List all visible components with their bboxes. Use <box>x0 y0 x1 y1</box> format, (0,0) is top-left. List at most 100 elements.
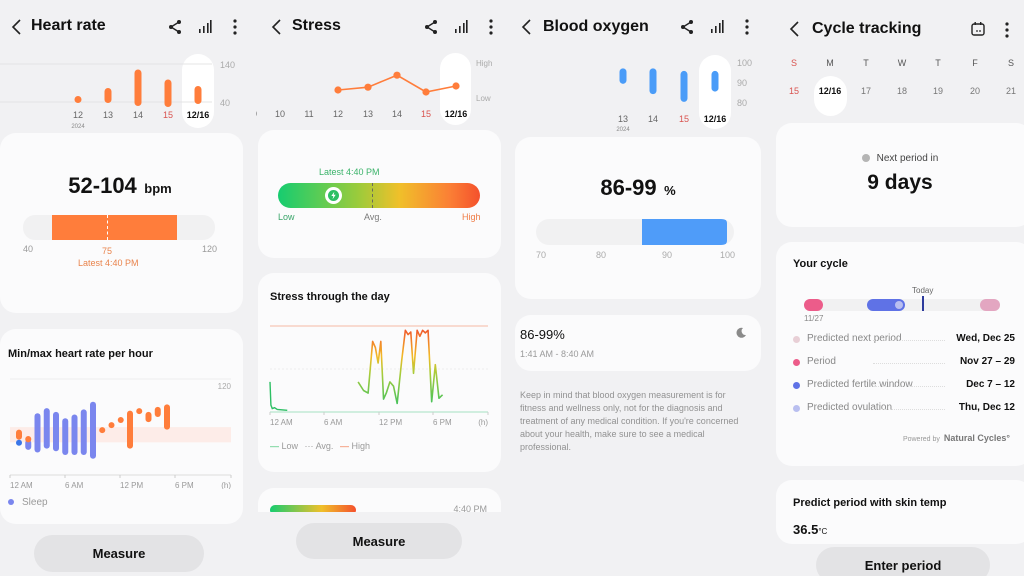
hourly-heart-rate-chart[interactable]: 120 12 AM 6 AM 12 PM 6 PM (h) <box>0 374 243 489</box>
blood-oxygen-week-chart[interactable]: 100 90 80 13 14 15 12/16 2024 <box>512 50 768 135</box>
powered-by: Powered by Natural Cycles° <box>903 433 1010 443</box>
back-icon[interactable] <box>518 17 536 37</box>
hourly-heart-rate-card: Min/max heart rate per hour 120 12 AM 6 AM… <box>0 329 243 524</box>
skin-temp-card[interactable]: Predict period with skin temp 36.5°C <box>776 480 1024 544</box>
stress-line-day <box>357 329 444 405</box>
latest-time: Latest 4:40 PM <box>319 167 380 177</box>
stress-line-night <box>269 381 288 411</box>
heart-rate-screen: Heart rate 140 40 12 13 14 15 12/16 2024 52-104… <box>0 0 256 576</box>
avg-legend-label: Avg. <box>315 441 334 451</box>
legend-dot <box>793 359 800 366</box>
enter-period-button[interactable]: Enter period <box>816 547 990 576</box>
weekday-label: F <box>972 58 978 68</box>
blood-oxygen-screen: Blood oxygen 100 90 80 13 14 15 12/16 2024 86-9… <box>512 0 768 576</box>
more-options-icon[interactable] <box>1000 19 1014 39</box>
hourly-bar <box>43 408 50 449</box>
avg-value: 75 <box>102 246 113 256</box>
date-cell[interactable]: 15 <box>778 86 810 96</box>
x-tick-label: 12 AM <box>10 481 33 489</box>
heart-rate-range: 52-104 <box>68 173 137 198</box>
y-max-label: 140 <box>220 60 235 70</box>
date-cell[interactable]: 18 <box>886 86 918 96</box>
scale-max-label: 120 <box>202 244 218 254</box>
low-label: Low <box>278 212 295 222</box>
legend-dot <box>793 405 800 412</box>
back-icon[interactable] <box>8 17 26 37</box>
legend-dot <box>793 336 800 343</box>
next-period-card: Next period in 9 days <box>776 123 1024 227</box>
weekday-label: S <box>1007 58 1014 68</box>
stress-day-chart[interactable]: 12 AM 6 AM 12 PM 6 PM (h) <box>258 317 501 432</box>
measure-button[interactable]: Measure <box>296 523 462 559</box>
hourly-bar <box>16 429 22 440</box>
day-label: 13 <box>103 110 113 120</box>
hourly-chart-title: Min/max heart rate per hour <box>8 348 153 360</box>
hourly-bar <box>80 409 87 455</box>
back-icon[interactable] <box>268 17 286 37</box>
measure-button[interactable]: Measure <box>34 535 204 572</box>
next-period-value: 9 days <box>867 171 933 194</box>
more-options-icon[interactable] <box>228 17 242 37</box>
weekday-label: T <box>863 58 869 68</box>
date-cell[interactable]: 20 <box>959 86 991 96</box>
share-icon[interactable] <box>168 17 182 37</box>
share-icon[interactable] <box>680 17 694 37</box>
day-label: 12 <box>73 110 83 120</box>
weekday-label: W <box>897 58 907 68</box>
heart-rate-day-bar <box>104 88 112 103</box>
hourly-bar <box>16 439 22 446</box>
blood-oxygen-unit: % <box>664 183 676 198</box>
share-icon[interactable] <box>424 17 438 37</box>
blood-oxygen-range-bar <box>536 219 734 245</box>
y-min-label: 40 <box>220 98 230 108</box>
heart-rate-week-chart[interactable]: 140 40 12 13 14 15 12/16 2024 <box>0 50 256 135</box>
date-cell[interactable]: 12/16 <box>814 86 846 96</box>
moon-icon <box>736 327 746 338</box>
bar-chart-icon[interactable] <box>710 17 724 37</box>
day-label: 12 <box>333 109 343 119</box>
x-tick-label: 6 AM <box>65 481 84 489</box>
bar-chart-icon[interactable] <box>454 17 468 37</box>
heart-rate-day-bar <box>164 79 172 107</box>
day-label: 13 <box>618 114 628 124</box>
stress-day-point <box>334 86 342 94</box>
app-bar: Stress <box>256 12 512 42</box>
more-options-icon[interactable] <box>740 17 754 37</box>
high-legend-label: High <box>351 441 370 451</box>
weekday-label: T <box>935 58 941 68</box>
year-label: 2024 <box>616 127 630 133</box>
more-options-icon[interactable] <box>484 17 498 37</box>
day-label: 12/16 <box>187 110 210 120</box>
weekday-label: M <box>826 58 834 68</box>
hourly-bar <box>90 401 96 459</box>
sleep-session-card[interactable]: 86-99% 1:41 AM - 8:40 AM <box>515 315 761 371</box>
today-marker <box>922 296 924 311</box>
x-tick-label: 12 PM <box>379 418 402 427</box>
date-cell[interactable]: 19 <box>922 86 954 96</box>
avg-marker <box>372 183 373 208</box>
day-label: 14 <box>392 109 402 119</box>
x-tick-label: 12 AM <box>270 418 293 427</box>
x-tick-label: 6 PM <box>433 418 452 427</box>
blood-oxygen-day-bar <box>680 70 688 102</box>
date-cell[interactable]: 17 <box>850 86 882 96</box>
back-icon[interactable] <box>786 19 804 39</box>
stress-gradient-bar <box>278 183 480 208</box>
next-period-label: Next period in <box>876 153 939 164</box>
x-tick-label: 12 PM <box>120 481 143 489</box>
legend-value: Wed, Dec 25 <box>952 333 1015 344</box>
date-cell[interactable]: 21 <box>995 86 1024 96</box>
scale-tick-label: 90 <box>662 250 673 260</box>
legend-label: Predicted next period <box>807 333 906 344</box>
day-label: 14 <box>648 114 658 124</box>
day-label-partial: 9 <box>256 109 257 119</box>
calendar-icon[interactable] <box>970 19 986 39</box>
selected-date-highlight <box>814 76 847 116</box>
lightning-icon <box>327 190 339 201</box>
heart-rate-day-bar <box>194 86 202 104</box>
blood-oxygen-day-bar <box>619 68 627 84</box>
stress-week-chart[interactable]: High Low 10 11 12 13 14 15 12/16 9 <box>256 50 512 130</box>
skin-temp-unit: °C <box>818 527 828 536</box>
avg-legend-marker: ··· <box>304 441 314 451</box>
bar-chart-icon[interactable] <box>198 17 212 37</box>
